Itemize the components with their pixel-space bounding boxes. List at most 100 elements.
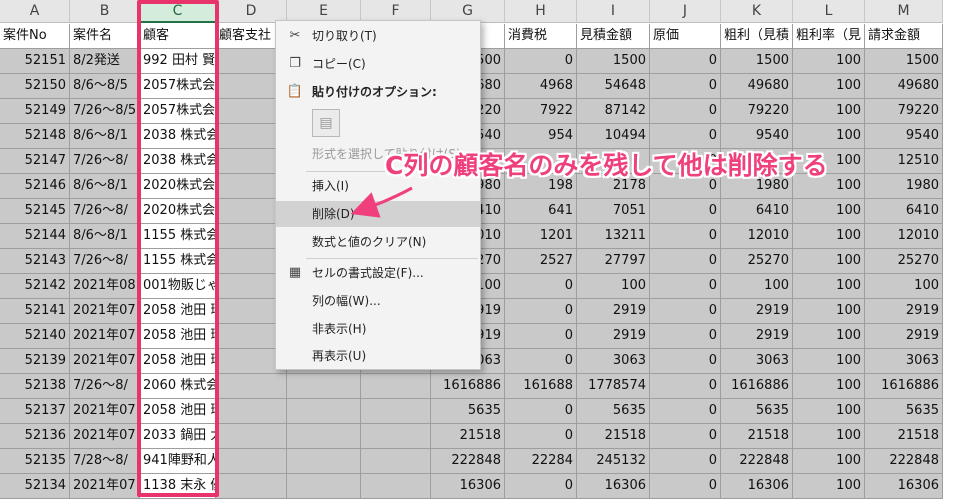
paste-button[interactable]: ▤ — [312, 109, 340, 137]
table-cell[interactable]: 0 — [650, 374, 721, 399]
table-cell[interactable]: 49680 — [865, 74, 943, 99]
table-cell[interactable]: 22284 — [505, 449, 577, 474]
header-cell[interactable]: 見積金額 — [577, 24, 650, 49]
column-header-c[interactable]: C — [140, 0, 216, 23]
header-cell[interactable]: 粗利率（見 — [793, 24, 865, 49]
table-cell[interactable]: 2919 — [721, 299, 793, 324]
table-cell[interactable]: 0 — [505, 324, 577, 349]
table-cell[interactable]: 100 — [793, 199, 865, 224]
table-cell[interactable]: 52145 — [0, 199, 70, 224]
table-cell[interactable]: 52137 — [0, 399, 70, 424]
table-cell[interactable]: 2919 — [865, 324, 943, 349]
table-cell[interactable] — [287, 449, 361, 474]
table-cell[interactable]: 52143 — [0, 249, 70, 274]
table-cell[interactable]: 52138 — [0, 374, 70, 399]
table-cell[interactable]: 8/6～8/1 — [70, 124, 140, 149]
table-cell[interactable]: 8/6～8/1 — [70, 224, 140, 249]
table-cell[interactable]: 641 — [505, 199, 577, 224]
table-cell[interactable]: 2919 — [865, 299, 943, 324]
table-cell[interactable] — [216, 424, 287, 449]
table-cell[interactable]: 8/6～8/5 — [70, 74, 140, 99]
table-cell[interactable]: 1500 — [577, 49, 650, 74]
table-cell[interactable]: 54648 — [577, 74, 650, 99]
header-cell[interactable]: 原価 — [650, 24, 721, 49]
table-cell[interactable]: 0 — [505, 424, 577, 449]
menu-item-format-cells[interactable]: ▦ セルの書式設定(F)... — [276, 260, 480, 286]
table-cell[interactable]: 100 — [793, 324, 865, 349]
table-cell[interactable]: 2919 — [577, 299, 650, 324]
table-cell[interactable]: 21518 — [431, 424, 505, 449]
table-cell[interactable]: 0 — [650, 224, 721, 249]
table-cell[interactable]: 12510 — [865, 149, 943, 174]
table-cell[interactable]: 21518 — [721, 424, 793, 449]
table-cell[interactable]: 100 — [793, 349, 865, 374]
table-cell[interactable] — [361, 399, 431, 424]
menu-item-delete[interactable]: 削除(D) — [276, 201, 480, 227]
column-header-k[interactable]: K — [721, 0, 793, 23]
header-cell[interactable]: 粗利（見積 — [721, 24, 793, 49]
table-cell[interactable]: 2038 株式会社 ディ — [140, 149, 216, 174]
table-cell[interactable]: 1500 — [721, 49, 793, 74]
table-cell[interactable]: 0 — [505, 474, 577, 499]
table-cell[interactable]: 245132 — [577, 449, 650, 474]
header-cell[interactable]: 消費税 — [505, 24, 577, 49]
table-cell[interactable]: 7/26～8/ — [70, 199, 140, 224]
header-cell[interactable]: 案件名 — [70, 24, 140, 49]
table-cell[interactable]: 25270 — [865, 249, 943, 274]
table-cell[interactable]: 100 — [793, 249, 865, 274]
table-cell[interactable]: 2058 池田 琢二 様 — [140, 324, 216, 349]
table-cell[interactable]: 2058 池田 琢二 様 — [140, 349, 216, 374]
table-cell[interactable]: 4968 — [505, 74, 577, 99]
header-cell[interactable]: 顧客 — [140, 24, 216, 49]
table-cell[interactable]: 2919 — [721, 324, 793, 349]
table-cell[interactable]: 2527 — [505, 249, 577, 274]
table-cell[interactable] — [287, 374, 361, 399]
table-cell[interactable]: 100 — [577, 274, 650, 299]
table-cell[interactable]: 0 — [650, 349, 721, 374]
table-cell[interactable]: 100 — [793, 74, 865, 99]
table-cell[interactable] — [287, 474, 361, 499]
table-cell[interactable]: 2021年07 — [70, 324, 140, 349]
table-cell[interactable]: 2057株式会社ブル — [140, 74, 216, 99]
table-cell[interactable]: 100 — [793, 49, 865, 74]
table-cell[interactable]: 2021年07 — [70, 474, 140, 499]
table-cell[interactable]: 16306 — [721, 474, 793, 499]
column-header-h[interactable]: H — [505, 0, 577, 23]
table-cell[interactable]: 2919 — [577, 324, 650, 349]
table-cell[interactable]: 3063 — [721, 349, 793, 374]
table-cell[interactable]: 25270 — [721, 249, 793, 274]
table-cell[interactable]: 0 — [650, 274, 721, 299]
table-cell[interactable]: 1616886 — [721, 374, 793, 399]
table-cell[interactable]: 52141 — [0, 299, 70, 324]
table-cell[interactable]: 2058 池田 琢二 様 — [140, 399, 216, 424]
table-cell[interactable]: 2033 鍋田 大 様 — [140, 424, 216, 449]
table-cell[interactable]: 100 — [793, 474, 865, 499]
table-cell[interactable]: 7/26～8/ — [70, 149, 140, 174]
table-cell[interactable]: 2021年07 — [70, 349, 140, 374]
table-cell[interactable]: 992 田村 賢志 様 — [140, 49, 216, 74]
table-cell[interactable]: 2038 株式会社 ディ — [140, 124, 216, 149]
header-cell[interactable]: 案件No — [0, 24, 70, 49]
column-header-b[interactable]: B — [70, 0, 140, 23]
table-cell[interactable]: 52147 — [0, 149, 70, 174]
menu-item-clear[interactable]: 数式と値のクリア(N) — [276, 229, 480, 255]
table-cell[interactable] — [216, 449, 287, 474]
table-cell[interactable]: 2020株式会社LINK — [140, 174, 216, 199]
table-cell[interactable]: 6410 — [865, 199, 943, 224]
table-cell[interactable]: 0 — [650, 399, 721, 424]
table-cell[interactable]: 87142 — [577, 99, 650, 124]
table-cell[interactable]: 5635 — [577, 399, 650, 424]
table-cell[interactable]: 27797 — [577, 249, 650, 274]
table-cell[interactable]: 5635 — [865, 399, 943, 424]
table-cell[interactable]: 52142 — [0, 274, 70, 299]
table-cell[interactable]: 2058 池田 琢二 様 — [140, 299, 216, 324]
table-cell[interactable]: 13211 — [577, 224, 650, 249]
table-cell[interactable]: 100 — [793, 374, 865, 399]
table-cell[interactable]: 5635 — [721, 399, 793, 424]
table-cell[interactable]: 52150 — [0, 74, 70, 99]
table-cell[interactable]: 7/28～8/ — [70, 449, 140, 474]
table-cell[interactable]: 9540 — [865, 124, 943, 149]
table-cell[interactable]: 161688 — [505, 374, 577, 399]
table-cell[interactable]: 16306 — [577, 474, 650, 499]
table-cell[interactable]: 100 — [793, 274, 865, 299]
